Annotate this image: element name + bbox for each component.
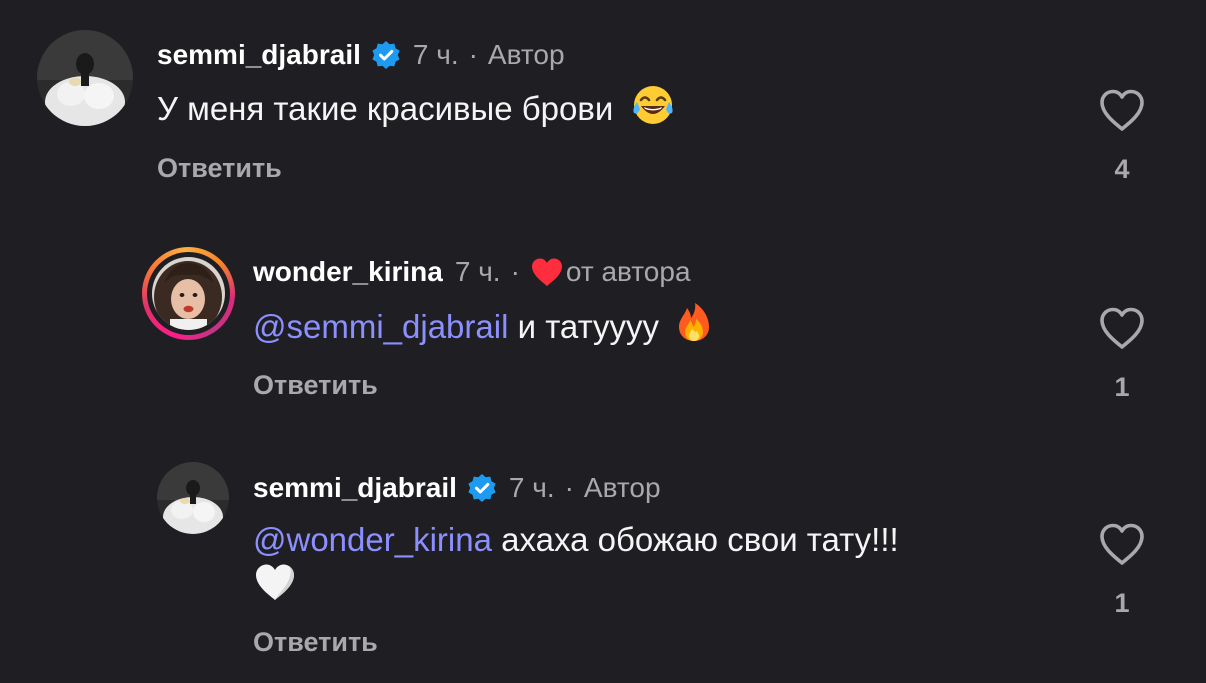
- mention-link[interactable]: @semmi_djabrail: [253, 308, 508, 345]
- avatar: [152, 257, 225, 330]
- username[interactable]: semmi_djabrail: [157, 38, 361, 72]
- timestamp: 7 ч.: [412, 39, 459, 70]
- red-heart-icon: [530, 257, 564, 287]
- separator: ·: [468, 39, 478, 70]
- liked-by-author-tag: от автора: [565, 256, 691, 287]
- white-heart-icon: [253, 560, 297, 604]
- reply-button[interactable]: Ответить: [157, 153, 282, 184]
- avatar[interactable]: [157, 462, 229, 534]
- comment-body: У меня такие красивые брови: [157, 90, 614, 127]
- face-with-tears-of-joy-icon: [631, 82, 675, 126]
- comment-text-line-2: [253, 560, 297, 612]
- comment-header: semmi_djabrail 7 ч. · Автор: [253, 471, 661, 505]
- separator: ·: [564, 472, 574, 503]
- avatar-story-ring[interactable]: [142, 247, 235, 340]
- username[interactable]: wonder_kirina: [253, 255, 443, 289]
- comment-2: wonder_kirina 7 ч. · от автора @semmi_dj…: [0, 220, 1206, 440]
- like-count: 1: [1114, 588, 1130, 618]
- verified-badge-icon: [371, 40, 401, 70]
- author-tag: Автор: [487, 39, 565, 70]
- author-tag: Автор: [583, 472, 661, 503]
- comment-body: и татуууу: [508, 308, 660, 345]
- like-heart-icon[interactable]: [1097, 522, 1147, 568]
- separator: ·: [510, 256, 520, 287]
- comment-1: semmi_djabrail 7 ч. · Автор У меня такие…: [0, 0, 1206, 220]
- reply-button[interactable]: Ответить: [253, 370, 378, 401]
- like-heart-icon[interactable]: [1097, 88, 1147, 134]
- username[interactable]: semmi_djabrail: [253, 471, 457, 505]
- comment-text: @wonder_kirina ахаха обожаю свои тату!!!: [253, 515, 899, 565]
- comment-text: @semmi_djabrail и татуууу: [253, 300, 716, 352]
- like-control: 1: [1097, 306, 1147, 403]
- reply-button[interactable]: Ответить: [253, 627, 378, 658]
- like-control: 1: [1097, 522, 1147, 619]
- comment-text: У меня такие красивые брови: [157, 82, 675, 134]
- comment-3: semmi_djabrail 7 ч. · Автор @wonder_kiri…: [0, 440, 1206, 683]
- avatar[interactable]: [37, 30, 133, 126]
- like-count: 4: [1114, 154, 1130, 184]
- like-control: 4: [1097, 88, 1147, 185]
- comment-body: ахаха обожаю свои тату!!!: [491, 521, 899, 558]
- like-count: 1: [1114, 372, 1130, 402]
- timestamp: 7 ч.: [508, 472, 555, 503]
- verified-badge-icon: [467, 473, 497, 503]
- fire-icon: [672, 300, 716, 344]
- comment-header: semmi_djabrail 7 ч. · Автор: [157, 38, 565, 72]
- comment-header: wonder_kirina 7 ч. · от автора: [253, 255, 691, 289]
- timestamp: 7 ч.: [454, 256, 501, 287]
- like-heart-icon[interactable]: [1097, 306, 1147, 352]
- mention-link[interactable]: @wonder_kirina: [253, 521, 492, 558]
